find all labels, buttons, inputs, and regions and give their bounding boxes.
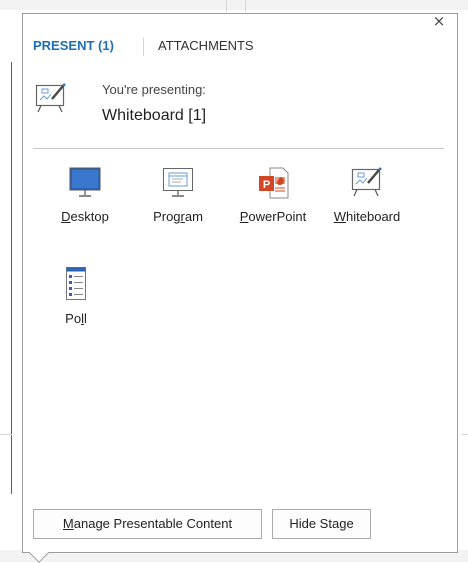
whiteboard-icon	[35, 83, 66, 113]
present-program-option[interactable]: Program	[136, 166, 220, 224]
close-icon[interactable]: ×	[430, 12, 448, 30]
option-label: Whiteboard	[333, 209, 401, 224]
option-label: Program	[153, 209, 203, 224]
tab-attachments[interactable]: ATTACHMENTS	[158, 38, 254, 53]
present-powerpoint-option[interactable]: P PowerPoint	[231, 166, 315, 224]
background-divider	[226, 0, 227, 12]
option-label: PowerPoint	[239, 209, 307, 224]
presenting-content-name: Whiteboard [1]	[102, 107, 207, 124]
present-whiteboard-option[interactable]: Whiteboard	[325, 166, 409, 224]
access-key-letter: g	[339, 516, 347, 531]
hide-stage-button[interactable]: Hide Stage	[272, 509, 371, 539]
tab-present[interactable]: PRESENT (1)	[33, 38, 114, 53]
present-poll-option[interactable]: Poll	[34, 266, 118, 326]
powerpoint-icon: P	[259, 167, 289, 199]
presenting-label: You're presenting:	[102, 82, 206, 97]
background-divider	[245, 0, 246, 12]
manage-presentable-content-button[interactable]: Manage Presentable Content	[33, 509, 262, 539]
access-key-letter: W	[333, 209, 347, 224]
access-key-letter: D	[61, 209, 71, 224]
access-key-letter: l	[81, 311, 84, 326]
tab-separator	[143, 38, 144, 56]
whiteboard-icon	[351, 167, 382, 197]
access-key-letter: r	[180, 209, 185, 224]
section-divider	[33, 148, 444, 149]
background-divider	[462, 434, 468, 435]
background-left-panel-edge	[0, 62, 12, 494]
desktop-monitor-icon	[69, 167, 101, 197]
svg-text:P: P	[263, 179, 270, 191]
option-label: Desktop	[61, 209, 109, 224]
access-key-letter: M	[62, 516, 74, 531]
background-top-strip	[0, 0, 468, 10]
poll-icon	[66, 267, 86, 300]
access-key-letter: P	[239, 209, 249, 224]
program-window-icon	[163, 168, 193, 197]
present-desktop-option[interactable]: Desktop	[43, 166, 127, 224]
background-divider	[0, 434, 12, 435]
option-label: Poll	[65, 311, 87, 326]
